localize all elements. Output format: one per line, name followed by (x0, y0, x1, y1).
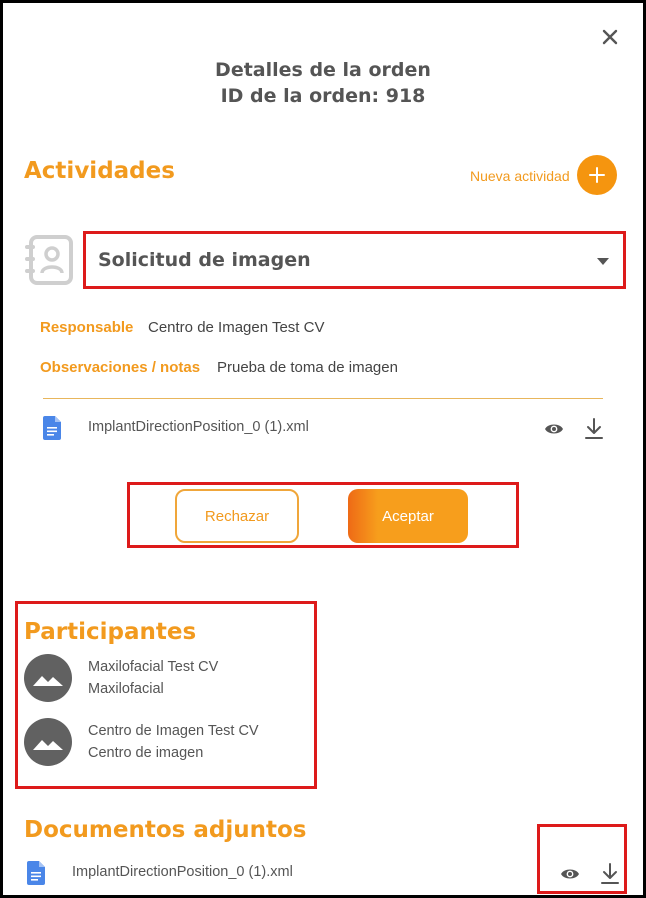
image-placeholder-icon (33, 740, 63, 750)
notes-value: Prueba de toma de imagen (217, 359, 398, 376)
activities-heading: Actividades (24, 158, 175, 184)
accept-label: Aceptar (382, 507, 434, 525)
dialog-title: Detalles de la orden (215, 59, 431, 81)
view-file-button[interactable] (542, 417, 566, 441)
divider (43, 398, 603, 399)
order-details-dialog: Detalles de la orden ID de la orden: 918… (0, 0, 646, 898)
dropdown-caret-icon[interactable] (597, 258, 609, 265)
download-icon (585, 418, 603, 439)
participants-heading: Participantes (24, 619, 197, 645)
view-document-button[interactable] (558, 862, 582, 886)
image-placeholder-icon (33, 676, 63, 686)
avatar (24, 654, 72, 702)
reject-button[interactable]: Rechazar (175, 489, 299, 543)
new-activity-label[interactable]: Nueva actividad (470, 168, 570, 184)
responsable-label: Responsable (40, 319, 134, 336)
responsable-value: Centro de Imagen Test CV (148, 319, 325, 336)
contact-book-icon (23, 233, 77, 292)
notes-label: Observaciones / notas (40, 359, 201, 376)
file-icon (27, 861, 45, 890)
order-id: ID de la orden: 918 (220, 85, 426, 107)
participant-name: Centro de Imagen Test CV (88, 723, 259, 739)
avatar (24, 718, 72, 766)
close-button[interactable] (598, 25, 622, 49)
participant-name: Maxilofacial Test CV (88, 659, 219, 675)
file-icon (43, 416, 61, 445)
activity-select-value: Solicitud de imagen (98, 249, 311, 271)
eye-icon (545, 424, 563, 434)
close-icon (602, 29, 618, 45)
accept-button[interactable]: Aceptar (348, 489, 468, 543)
new-activity-button[interactable] (577, 155, 617, 195)
activity-file-name[interactable]: ImplantDirectionPosition_0 (1).xml (88, 419, 309, 435)
participant-role: Centro de imagen (88, 745, 204, 761)
download-icon (601, 863, 619, 884)
reject-label: Rechazar (204, 507, 270, 525)
document-file-name[interactable]: ImplantDirectionPosition_0 (1).xml (72, 864, 293, 880)
download-file-button[interactable] (582, 416, 606, 442)
plus-icon (589, 167, 605, 183)
download-document-button[interactable] (598, 861, 622, 887)
documents-heading: Documentos adjuntos (24, 817, 307, 843)
eye-icon (561, 869, 579, 879)
participant-role: Maxilofacial (88, 681, 164, 697)
